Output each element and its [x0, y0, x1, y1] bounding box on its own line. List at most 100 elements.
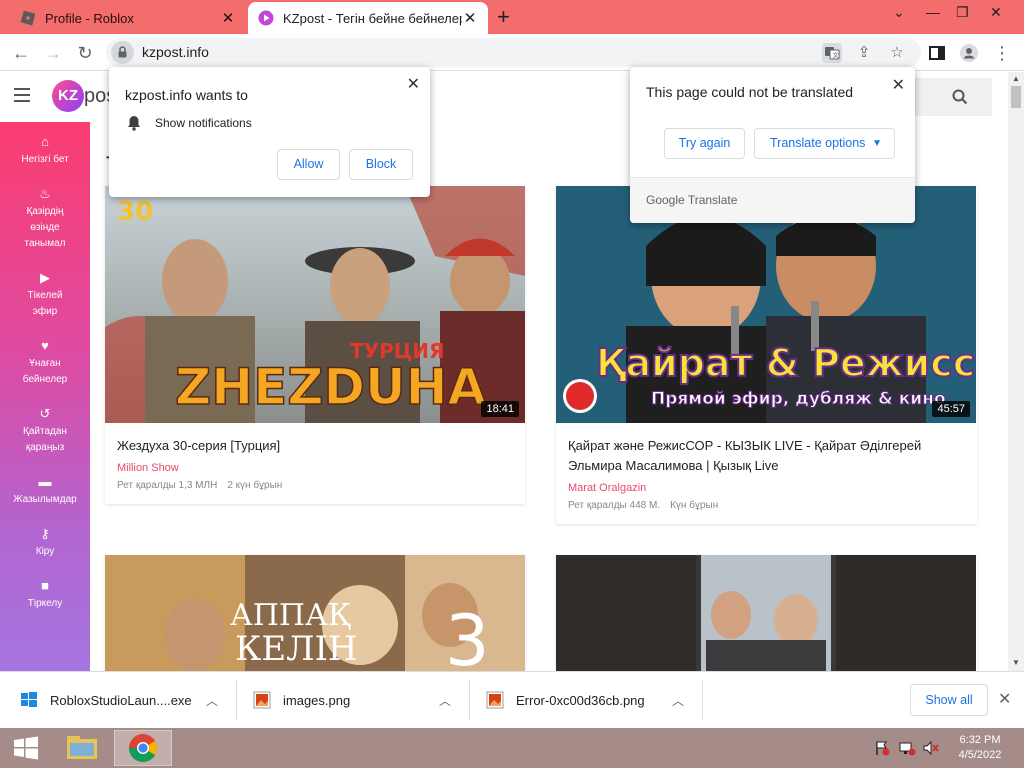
download-item[interactable]: images.png ︿	[253, 680, 463, 720]
video-thumbnail[interactable]: АППАҚ КЕЛІН 3	[105, 555, 525, 671]
sidebar-item-label: Кіру	[35, 546, 55, 557]
scroll-up-arrow-icon[interactable]: ▲	[1008, 74, 1024, 83]
video-title[interactable]: Жездуха 30-серия [Турция]	[117, 436, 517, 456]
sidebar-item-live[interactable]: ▶ Тікелей эфир	[0, 270, 90, 320]
chevron-up-icon[interactable]: ︿	[439, 692, 451, 709]
bookmark-star-icon[interactable]: ☆	[887, 43, 907, 63]
sidebar-item-liked[interactable]: ♥ Ұнаған бейнелер	[0, 338, 90, 388]
video-title[interactable]: Қайрат және РежисСОР - КЫЗЫК LIVE - Қайр…	[568, 436, 968, 476]
minimize-button[interactable]: —	[926, 4, 940, 20]
window-close-button[interactable]: ✕	[990, 4, 1002, 21]
site-logo-mark[interactable]: KZ	[52, 80, 84, 112]
video-thumbnail[interactable]: 30 ТУРЦИЯ ZHEZDUHA 18:41	[105, 186, 525, 423]
sidebar-item-subscriptions[interactable]: ▬ Жазылымдар	[0, 474, 90, 508]
network-icon[interactable]	[898, 740, 916, 759]
download-filename: Error-0xc00d36cb.png	[516, 692, 645, 708]
restore-button[interactable]: ❐	[956, 4, 969, 21]
video-meta: Рет қаралды 1,3 МЛН 2 күн бұрын	[117, 480, 292, 491]
clock-date: 4/5/2022	[958, 749, 1002, 761]
try-again-button[interactable]: Try again	[664, 128, 745, 159]
video-age: Күн бұрын	[670, 500, 719, 511]
thumbnail-episode-number: 3	[445, 600, 490, 671]
reload-button[interactable]: ↻	[74, 42, 96, 64]
dropdown-arrow-icon: ▼	[872, 138, 882, 149]
translate-close-icon[interactable]: ✕	[892, 75, 905, 95]
tab-kzpost[interactable]: KZpost - Тегін бейне бейнелерді ✕	[248, 2, 488, 34]
taskbar-clock[interactable]: 6:32 PM 4/5/2022	[950, 733, 1010, 763]
sidebar-item-label: Тіркелу	[27, 598, 63, 609]
translate-bubble: This page could not be translated ✕ Try …	[630, 67, 915, 223]
volume-muted-icon[interactable]	[922, 740, 940, 759]
translate-options-label: Translate options	[770, 136, 866, 150]
translate-icon[interactable]: 文	[822, 43, 842, 63]
new-tab-button[interactable]: +	[497, 4, 510, 30]
permission-label: Show notifications	[155, 116, 252, 130]
block-button[interactable]: Block	[349, 149, 413, 180]
site-info-button[interactable]	[111, 41, 134, 64]
file-explorer-taskbar-icon[interactable]	[57, 730, 107, 766]
permission-close-icon[interactable]: ✕	[407, 74, 420, 94]
site-search-input[interactable]	[908, 78, 992, 116]
scrollbar-thumb[interactable]	[1011, 86, 1021, 108]
svg-text:文: 文	[833, 52, 839, 60]
chevron-up-icon[interactable]: ︿	[206, 692, 218, 709]
tab-close-icon[interactable]: ✕	[220, 9, 236, 27]
download-item[interactable]: Error-0xc00d36cb.png ︿	[486, 680, 696, 720]
start-button[interactable]	[6, 730, 46, 766]
video-card[interactable]: 30 ТУРЦИЯ ZHEZDUHA 18:41 Жездуха 30-сери…	[105, 186, 525, 504]
video-channel[interactable]: Million Show	[117, 462, 179, 474]
translate-wordmark: Translate	[687, 193, 738, 207]
live-icon: ▶	[40, 270, 50, 285]
video-views: Рет қаралды 448 М.	[568, 500, 661, 511]
translate-options-button[interactable]: Translate options ▼	[754, 128, 895, 159]
tab-roblox-profile[interactable]: Profile - Roblox ✕	[10, 2, 246, 34]
page-scrollbar[interactable]: ▲ ▼	[1008, 72, 1024, 671]
chrome-taskbar-icon[interactable]	[114, 730, 172, 766]
share-icon[interactable]: ⇪	[854, 43, 874, 63]
tab-search-chevron-icon[interactable]: ⌄	[893, 4, 905, 21]
video-channel[interactable]: Marat Oralgazin	[568, 482, 646, 494]
thumbnail-title: ZHEZDUHA	[175, 358, 486, 416]
sidebar-item-label: Жазылымдар	[13, 494, 77, 505]
video-thumbnail[interactable]	[556, 555, 976, 671]
download-item[interactable]: RobloxStudioLaun....exe ︿	[20, 680, 230, 720]
tab-close-icon[interactable]: ✕	[462, 9, 478, 27]
hamburger-menu-icon[interactable]	[14, 88, 30, 106]
video-views: Рет қаралды 1,3 МЛН	[117, 480, 218, 491]
search-icon[interactable]	[951, 88, 969, 106]
address-bar[interactable]: kzpost.info 文 ⇪ ☆	[106, 38, 921, 67]
browser-menu-icon[interactable]: ⋮	[991, 42, 1013, 64]
sidebar-item-label: Қайтадан қараңыз	[23, 426, 67, 453]
profile-avatar-icon[interactable]	[958, 42, 980, 64]
download-filename: RobloxStudioLaun....exe	[50, 692, 192, 708]
video-card[interactable]: АППАҚ КЕЛІН 3	[105, 555, 525, 671]
forward-button[interactable]: →	[42, 42, 64, 64]
side-panel-icon[interactable]	[926, 42, 948, 64]
tab-title: KZpost - Тегін бейне бейнелерді	[283, 10, 462, 26]
sidebar-item-home[interactable]: ⌂ Негізгі бет	[0, 134, 90, 168]
chevron-up-icon[interactable]: ︿	[672, 692, 684, 709]
video-card[interactable]: Қайрат & Режиссӛр Прямой эфир, дубляж & …	[556, 186, 977, 524]
scroll-down-arrow-icon[interactable]: ▼	[1008, 658, 1024, 667]
permission-row: Show notifications	[127, 115, 252, 131]
sidebar-item-register[interactable]: ■ Тіркелу	[0, 578, 90, 612]
home-icon: ⌂	[41, 134, 49, 149]
thumbnail-title-line1: АППАҚ	[230, 598, 351, 633]
video-duration: 18:41	[481, 401, 519, 417]
show-all-downloads-button[interactable]: Show all	[910, 684, 988, 716]
browser-toolbar: ← → ↻ kzpost.info 文 ⇪ ☆ ⋮	[0, 34, 1024, 71]
windows-exe-file-icon	[21, 692, 37, 707]
lock-icon	[118, 46, 127, 58]
action-center-flag-icon[interactable]	[874, 740, 890, 759]
back-button[interactable]: ←	[10, 42, 32, 64]
url-text: kzpost.info	[142, 44, 209, 60]
sidebar-item-login[interactable]: ⚷ Кіру	[0, 526, 90, 560]
folder-icon: ▬	[38, 474, 52, 489]
fire-icon: ♨	[39, 186, 51, 201]
close-download-shelf-icon[interactable]: ✕	[998, 689, 1011, 709]
allow-button[interactable]: Allow	[277, 149, 340, 180]
sidebar-item-trending[interactable]: ♨ Қазірдің өзінде танымал	[0, 186, 90, 252]
sidebar-item-history[interactable]: ↺ Қайтадан қараңыз	[0, 406, 90, 456]
video-card[interactable]	[556, 555, 977, 671]
image-file-icon	[486, 691, 504, 709]
